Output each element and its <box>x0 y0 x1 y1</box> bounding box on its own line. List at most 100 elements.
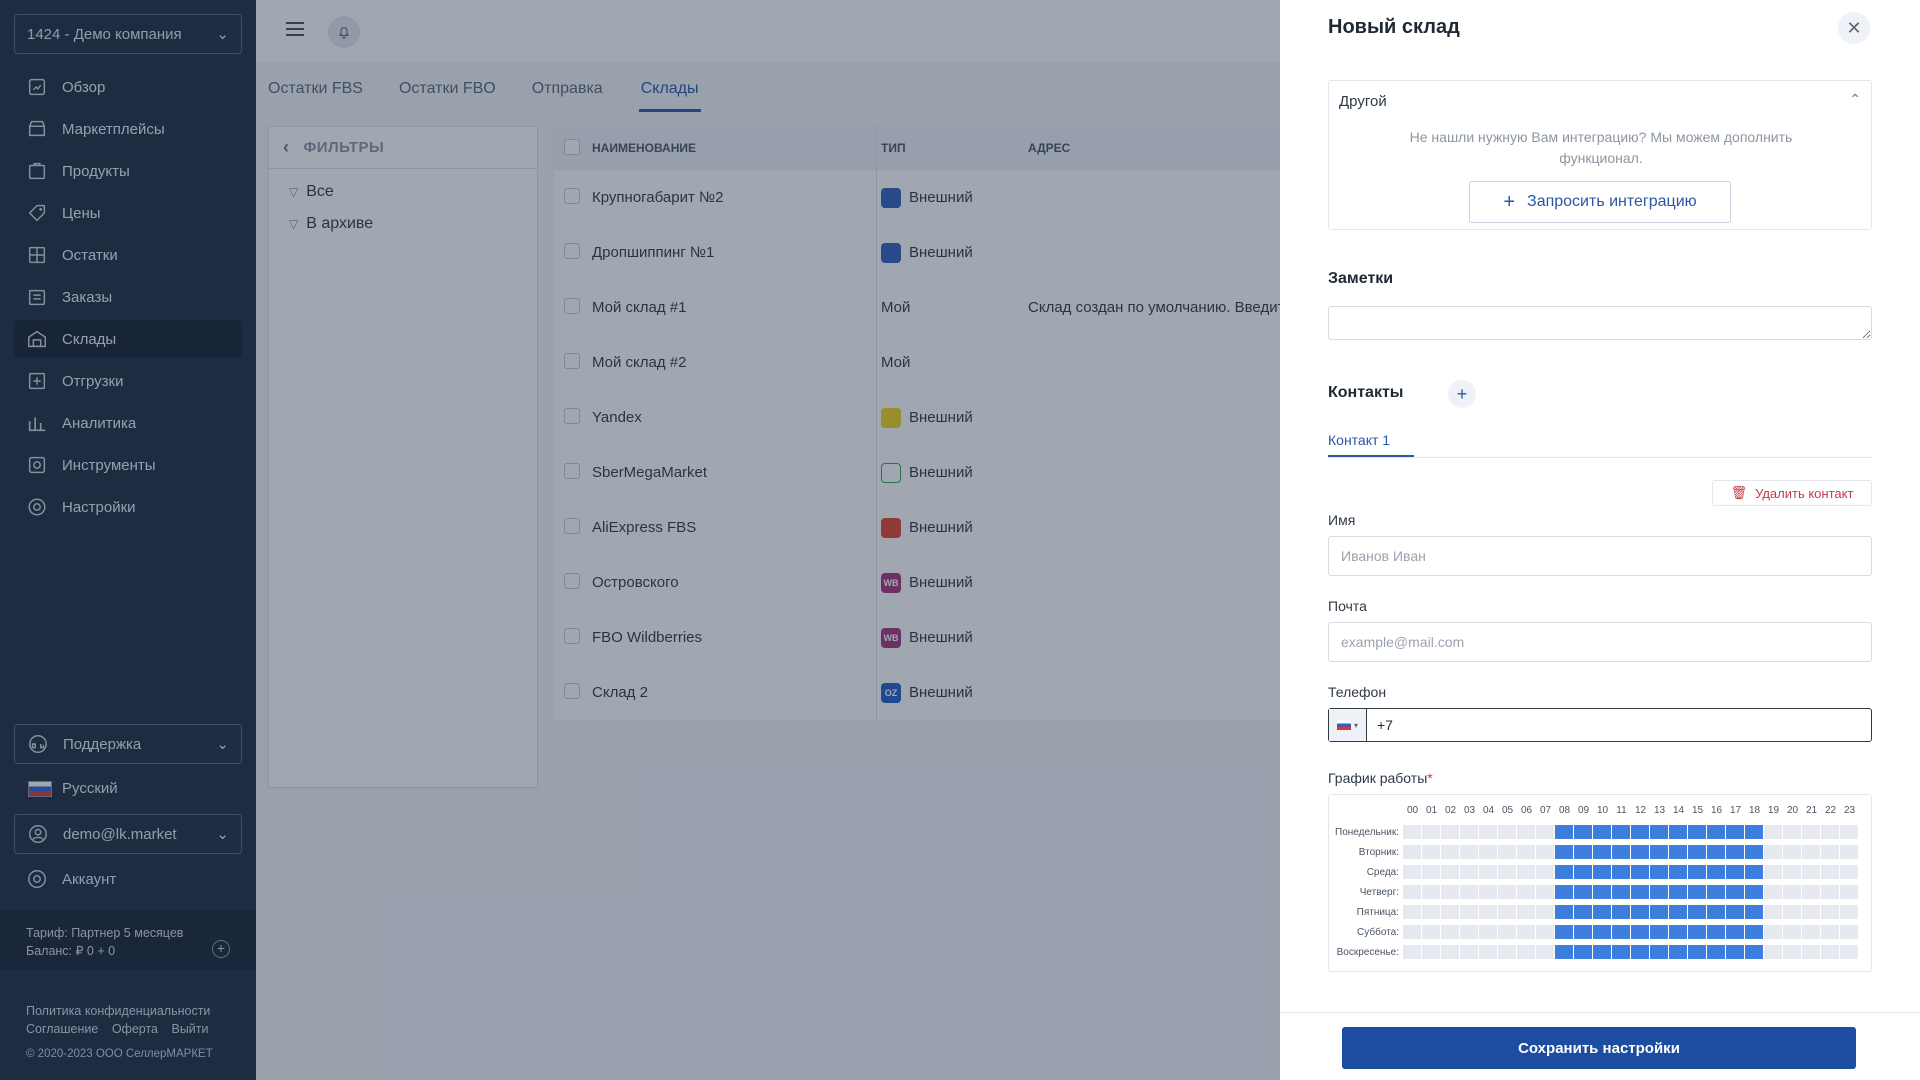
schedule-cell[interactable] <box>1726 945 1744 959</box>
phone-field[interactable]: ▾ +7 <box>1328 708 1872 742</box>
add-contact-icon[interactable]: + <box>1448 380 1476 408</box>
schedule-cell[interactable] <box>1441 845 1459 859</box>
chevron-up-icon[interactable]: ⌃ <box>1849 91 1861 108</box>
schedule-cell[interactable] <box>1707 885 1725 899</box>
schedule-cell[interactable] <box>1422 905 1440 919</box>
schedule-cell[interactable] <box>1422 925 1440 939</box>
schedule-cell[interactable] <box>1840 925 1858 939</box>
schedule-cell[interactable] <box>1403 865 1421 879</box>
schedule-cell[interactable] <box>1707 905 1725 919</box>
schedule-cell[interactable] <box>1479 885 1497 899</box>
delete-contact-button[interactable]: 🗑 Удалить контакт <box>1712 480 1872 506</box>
schedule-cell[interactable] <box>1403 845 1421 859</box>
schedule-cell[interactable] <box>1631 925 1649 939</box>
schedule-cell[interactable] <box>1802 905 1820 919</box>
schedule-cell[interactable] <box>1669 825 1687 839</box>
schedule-cell[interactable] <box>1403 945 1421 959</box>
schedule-cell[interactable] <box>1745 845 1763 859</box>
schedule-cell[interactable] <box>1745 925 1763 939</box>
schedule-cell[interactable] <box>1783 905 1801 919</box>
schedule-cell[interactable] <box>1802 885 1820 899</box>
schedule-cell[interactable] <box>1688 845 1706 859</box>
schedule-cell[interactable] <box>1441 865 1459 879</box>
schedule-cell[interactable] <box>1479 845 1497 859</box>
schedule-cell[interactable] <box>1403 825 1421 839</box>
schedule-cell[interactable] <box>1726 925 1744 939</box>
schedule-cell[interactable] <box>1802 925 1820 939</box>
schedule-cell[interactable] <box>1840 865 1858 879</box>
schedule-cell[interactable] <box>1460 905 1478 919</box>
schedule-cell[interactable] <box>1441 825 1459 839</box>
schedule-cell[interactable] <box>1726 905 1744 919</box>
schedule-cell[interactable] <box>1669 905 1687 919</box>
tab-contact-1[interactable]: Контакт 1 <box>1328 432 1414 458</box>
schedule-cell[interactable] <box>1726 885 1744 899</box>
schedule-cell[interactable] <box>1726 865 1744 879</box>
schedule-cell[interactable] <box>1593 905 1611 919</box>
schedule-cell[interactable] <box>1840 905 1858 919</box>
schedule-cell[interactable] <box>1555 865 1573 879</box>
save-settings-button[interactable]: Сохранить настройки <box>1342 1027 1856 1069</box>
schedule-cell[interactable] <box>1707 945 1725 959</box>
schedule-cell[interactable] <box>1783 865 1801 879</box>
schedule-cell[interactable] <box>1821 825 1839 839</box>
schedule-cell[interactable] <box>1460 825 1478 839</box>
schedule-cell[interactable] <box>1745 905 1763 919</box>
schedule-cell[interactable] <box>1650 865 1668 879</box>
schedule-cell[interactable] <box>1441 905 1459 919</box>
schedule-cell[interactable] <box>1612 945 1630 959</box>
schedule-cell[interactable] <box>1745 865 1763 879</box>
schedule-cell[interactable] <box>1498 925 1516 939</box>
schedule-cell[interactable] <box>1593 845 1611 859</box>
schedule-cell[interactable] <box>1688 945 1706 959</box>
schedule-cell[interactable] <box>1802 945 1820 959</box>
schedule-cell[interactable] <box>1783 885 1801 899</box>
schedule-cell[interactable] <box>1479 865 1497 879</box>
schedule-cell[interactable] <box>1821 885 1839 899</box>
schedule-cell[interactable] <box>1631 945 1649 959</box>
close-icon[interactable]: ✕ <box>1838 12 1870 44</box>
schedule-cell[interactable] <box>1612 885 1630 899</box>
schedule-cell[interactable] <box>1555 845 1573 859</box>
schedule-cell[interactable] <box>1764 905 1782 919</box>
schedule-cell[interactable] <box>1517 845 1535 859</box>
schedule-cell[interactable] <box>1821 905 1839 919</box>
schedule-cell[interactable] <box>1631 845 1649 859</box>
email-input[interactable] <box>1328 622 1872 662</box>
country-select[interactable]: ▾ <box>1329 709 1367 741</box>
notes-textarea[interactable] <box>1328 306 1872 340</box>
request-integration-button[interactable]: + Запросить интеграцию <box>1469 181 1731 223</box>
schedule-cell[interactable] <box>1574 905 1592 919</box>
schedule-cell[interactable] <box>1631 825 1649 839</box>
schedule-cell[interactable] <box>1555 825 1573 839</box>
schedule-cell[interactable] <box>1555 905 1573 919</box>
schedule-cell[interactable] <box>1669 885 1687 899</box>
schedule-cell[interactable] <box>1612 925 1630 939</box>
schedule-cell[interactable] <box>1517 825 1535 839</box>
schedule-cell[interactable] <box>1650 945 1668 959</box>
schedule-cell[interactable] <box>1498 905 1516 919</box>
schedule-cell[interactable] <box>1441 925 1459 939</box>
schedule-cell[interactable] <box>1498 865 1516 879</box>
schedule-cell[interactable] <box>1422 825 1440 839</box>
schedule-cell[interactable] <box>1688 885 1706 899</box>
schedule-cell[interactable] <box>1783 825 1801 839</box>
schedule-cell[interactable] <box>1536 925 1554 939</box>
schedule-cell[interactable] <box>1460 845 1478 859</box>
schedule-cell[interactable] <box>1593 865 1611 879</box>
schedule-cell[interactable] <box>1498 945 1516 959</box>
schedule-cell[interactable] <box>1574 865 1592 879</box>
schedule-cell[interactable] <box>1688 925 1706 939</box>
schedule-cell[interactable] <box>1498 845 1516 859</box>
schedule-cell[interactable] <box>1517 885 1535 899</box>
schedule-cell[interactable] <box>1726 845 1744 859</box>
schedule-cell[interactable] <box>1422 845 1440 859</box>
schedule-cell[interactable] <box>1783 845 1801 859</box>
schedule-cell[interactable] <box>1650 925 1668 939</box>
schedule-cell[interactable] <box>1650 905 1668 919</box>
schedule-cell[interactable] <box>1479 825 1497 839</box>
schedule-cell[interactable] <box>1517 905 1535 919</box>
schedule-cell[interactable] <box>1536 845 1554 859</box>
schedule-cell[interactable] <box>1840 885 1858 899</box>
schedule-cell[interactable] <box>1574 925 1592 939</box>
